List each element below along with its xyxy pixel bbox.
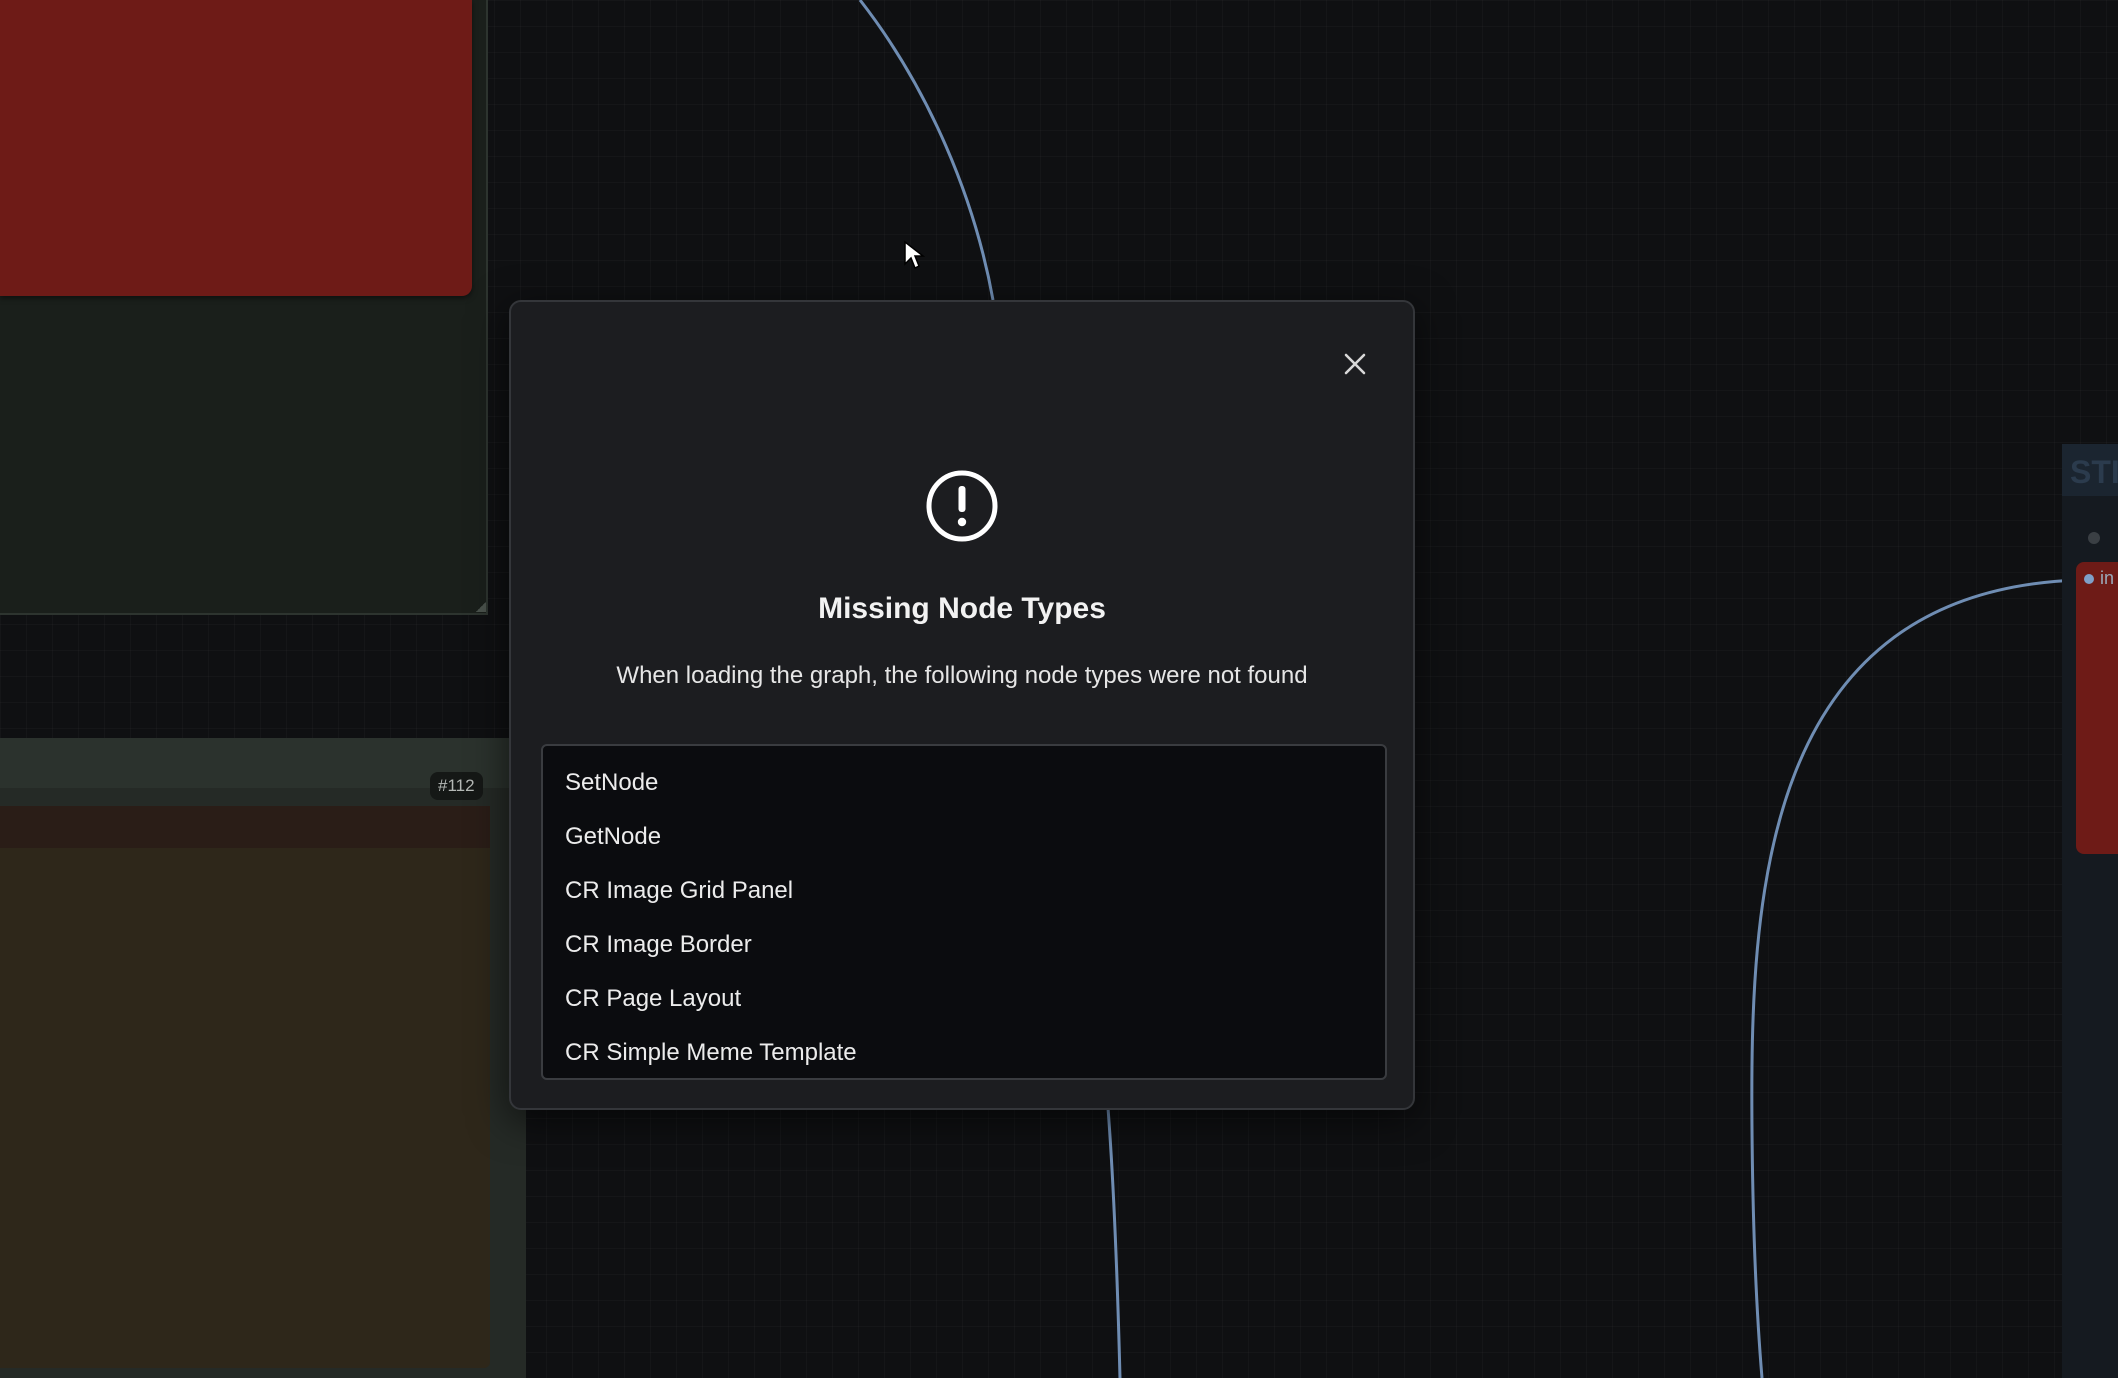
alert-circle-icon [926, 470, 998, 542]
close-icon[interactable] [1343, 352, 1367, 376]
missing-nodes-dialog: Missing Node Types When loading the grap… [509, 300, 1415, 1110]
node-right-title-bar[interactable]: STI [2062, 444, 2118, 496]
node-right-widget[interactable] [2076, 562, 2118, 854]
node-right[interactable]: STI in [2062, 444, 2118, 1378]
dialog-message: When loading the graph, the following no… [616, 662, 1308, 689]
node-red-left[interactable] [0, 0, 472, 296]
missing-node-list[interactable]: SetNode GetNode CR Image Grid Panel CR I… [541, 744, 1387, 1080]
missing-node-item: CR Simple Meme Template [565, 1039, 857, 1066]
missing-node-item: CR Page Layout [565, 985, 742, 1012]
mouse-cursor-icon [904, 240, 925, 270]
wire-right [1750, 578, 2081, 1378]
missing-node-item: SetNode [565, 769, 659, 796]
node-body[interactable] [0, 848, 490, 1368]
resize-handle[interactable] [476, 602, 486, 612]
node-left-bottom[interactable] [0, 738, 526, 1378]
node-right-slot[interactable] [2088, 532, 2100, 544]
missing-node-item: CR Image Grid Panel [565, 877, 794, 904]
input-slot-label: in [2100, 568, 2115, 588]
missing-node-item: GetNode [565, 823, 662, 850]
close-button[interactable] [1335, 344, 1375, 384]
missing-node-item: CR Image Border [565, 931, 752, 958]
wire-bottom [1106, 1107, 1122, 1378]
node-id-badge: #112 [430, 772, 483, 800]
wire-top [858, 0, 995, 301]
input-slot-dot[interactable] [2084, 574, 2094, 584]
dialog-title: Missing Node Types [818, 592, 1106, 625]
node-right-title: STI [2070, 454, 2118, 490]
node-header-strip [0, 806, 490, 848]
